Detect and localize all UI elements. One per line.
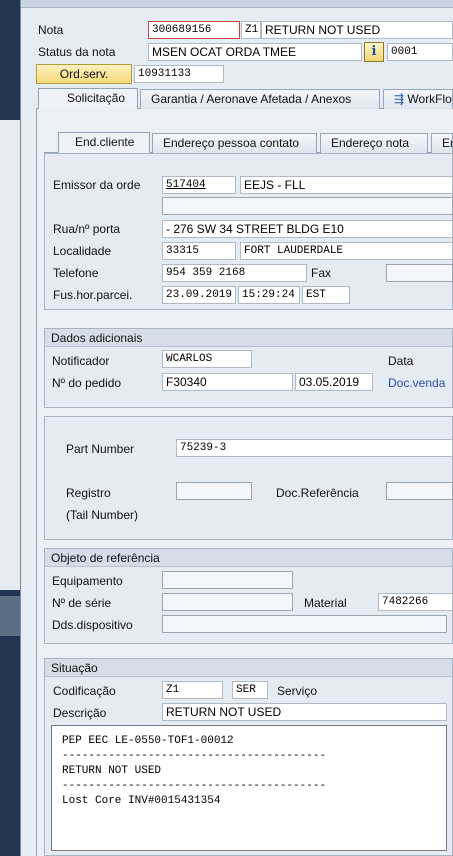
rua-label: Rua/nº porta [53, 222, 121, 236]
tab-solicitacao[interactable]: Solicitação [38, 88, 138, 109]
fushor-label: Fus.hor.parcei. [53, 288, 133, 302]
subtab-en[interactable]: En [431, 133, 453, 153]
status-code-field[interactable]: 0001 [387, 43, 453, 61]
pedido-data-field[interactable]: 03.05.2019 [295, 373, 373, 391]
docvenda-link[interactable]: Doc.venda [388, 376, 445, 390]
serie-label: Nº de série [52, 596, 112, 610]
nota-type-field[interactable]: Z1 [241, 21, 261, 39]
emissor-code-field[interactable]: 517404 [162, 176, 236, 194]
dds-field[interactable] [162, 615, 447, 633]
part-number-field[interactable]: 75239-3 [176, 439, 453, 457]
dados-group: Dados adicionais [44, 328, 453, 408]
pedido-label: Nº do pedido [52, 376, 122, 390]
info-icon[interactable]: i [364, 42, 384, 62]
telefone-field[interactable]: 954 359 2168 [162, 264, 307, 282]
part-number-label: Part Number [66, 442, 135, 456]
notificador-label: Notificador [52, 354, 110, 368]
codificacao-grupo-field[interactable]: Z1 [162, 681, 223, 699]
status-field[interactable]: MSEN OCAT ORDA TMEE [148, 43, 362, 61]
dados-title: Dados adicionais [45, 329, 452, 347]
serie-field[interactable] [162, 593, 293, 611]
cep-field[interactable]: 33315 [162, 242, 236, 260]
subtab-end-cliente[interactable]: End.cliente [58, 132, 150, 153]
equipamento-label: Equipamento [52, 574, 123, 588]
fushor-time-field[interactable]: 15:29:24 [238, 286, 300, 304]
tab-garantia-label: Garantia / Aeronave Afetada / Anexos [151, 92, 352, 106]
ordserv-button[interactable]: Ord.serv. [36, 64, 132, 84]
fax-label: Fax [311, 266, 332, 280]
fushor-date-field[interactable]: 23.09.2019 [162, 286, 236, 304]
background-window-panel [0, 120, 20, 590]
tab-workflow-label: WorkFlo [407, 92, 452, 106]
tab-solicitacao-label: Solicitação [67, 91, 126, 105]
registro-label: Registro [66, 486, 111, 500]
situacao-title: Situação [45, 659, 452, 677]
emissor-label: Emissor da orde [53, 178, 141, 192]
tab-garantia[interactable]: Garantia / Aeronave Afetada / Anexos [140, 89, 380, 109]
fushor-zone-field[interactable]: EST [302, 286, 350, 304]
pedido-field[interactable]: F30340 [162, 373, 293, 391]
nota-description-field[interactable]: RETURN NOT USED [261, 21, 453, 39]
background-window-panel-lower [0, 596, 20, 636]
material-label: Material [304, 596, 347, 610]
objeto-title: Objeto de referência [45, 549, 452, 567]
localidade-label: Localidade [53, 244, 112, 258]
nota-number-field[interactable]: 300689156 [148, 21, 240, 39]
data-label: Data [388, 354, 414, 368]
cidade-field[interactable]: FORT LAUDERDALE [240, 242, 453, 260]
descricao-field[interactable]: RETURN NOT USED [162, 703, 447, 721]
subtab-endereco-pessoa-label: Endereço pessoa contato [163, 136, 300, 150]
workflow-icon: ⇶ [394, 92, 405, 106]
docref-label: Doc.Referência [276, 486, 359, 500]
codificacao-code-field[interactable]: SER [232, 681, 268, 699]
long-text-area[interactable]: PEP EEC LE-0550-TOF1-00012 -------------… [51, 725, 447, 851]
subtab-endereco-nota-label: Endereço nota [331, 136, 410, 150]
material-field[interactable]: 7482266 [378, 593, 453, 611]
codificacao-label: Codificação [53, 684, 116, 698]
dds-label: Dds.dispositivo [52, 618, 133, 632]
subtab-end-cliente-label: End.cliente [75, 135, 135, 149]
subtab-endereco-nota[interactable]: Endereço nota [320, 133, 428, 153]
codificacao-text: Serviço [277, 684, 318, 698]
docref-field[interactable] [386, 482, 453, 500]
descricao-label: Descrição [53, 706, 107, 720]
rua-field[interactable]: - 276 SW 34 STREET BLDG E10 [162, 220, 453, 238]
emissor-extra-field[interactable] [162, 197, 453, 215]
notificador-field[interactable]: WCARLOS [162, 350, 252, 368]
nota-label: Nota [38, 23, 64, 37]
registro-field[interactable] [176, 482, 252, 500]
equipamento-field[interactable] [162, 571, 293, 589]
emissor-name-field[interactable]: EEJS - FLL [240, 176, 453, 194]
telefone-label: Telefone [53, 266, 99, 280]
status-label: Status da nota [38, 45, 116, 59]
fax-field[interactable] [386, 264, 453, 282]
tail-number-label: (Tail Number) [66, 508, 139, 522]
subtab-en-label: En [442, 136, 452, 150]
toolbar-strip [21, 0, 453, 8]
subtab-endereco-pessoa[interactable]: Endereço pessoa contato [152, 133, 317, 153]
ordserv-field[interactable]: 10931133 [134, 65, 224, 83]
tab-workflow[interactable]: ⇶ WorkFlo [383, 89, 453, 109]
